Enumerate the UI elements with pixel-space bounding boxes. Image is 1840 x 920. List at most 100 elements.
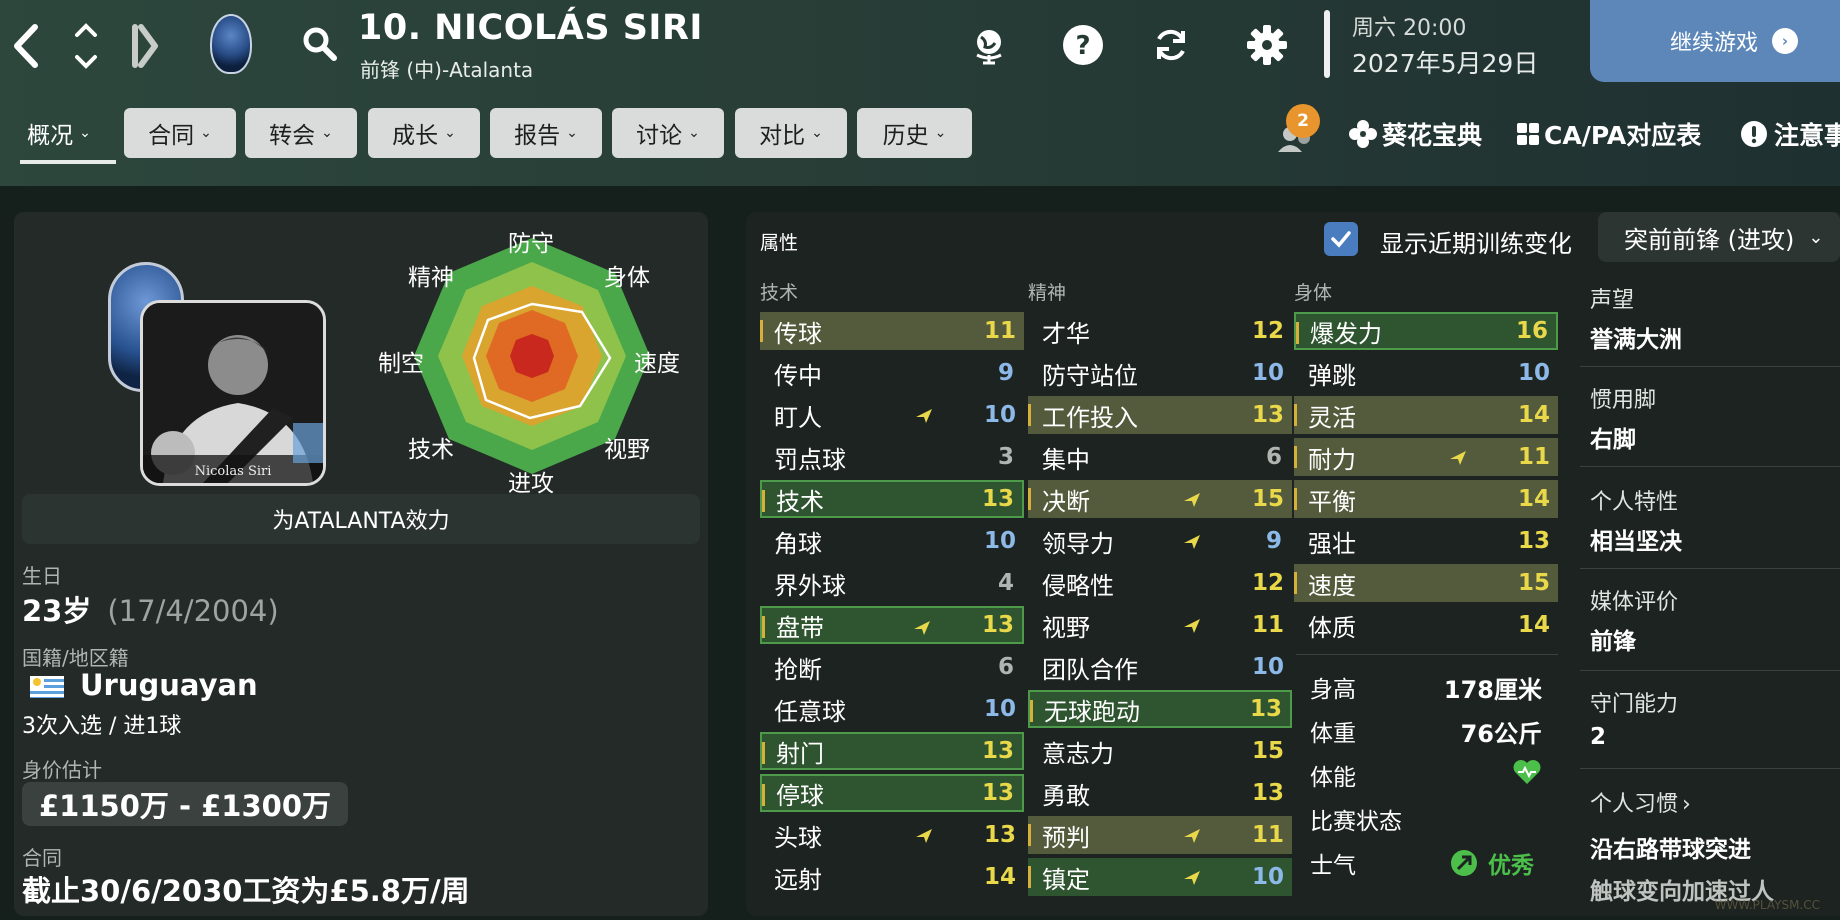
birth-label: 生日 xyxy=(22,564,62,588)
divider xyxy=(1296,654,1558,655)
globe-button[interactable] xyxy=(966,22,1012,68)
divider xyxy=(1580,670,1840,671)
attribute-row-technical[interactable]: 罚点球 3 xyxy=(760,438,1024,476)
attribute-row-technical[interactable]: 头球 13 xyxy=(760,816,1024,854)
attribute-row-technical[interactable]: 抢断 6 xyxy=(760,648,1024,686)
attribute-row-technical[interactable]: 技术 13 xyxy=(760,480,1024,518)
attribute-row-mental[interactable]: 团队合作 10 xyxy=(1028,648,1292,686)
role-select[interactable]: 突前前锋 (进攻) ⌄ xyxy=(1598,212,1840,262)
tab-history[interactable]: 历史 ⌄ xyxy=(857,108,972,158)
attribute-value: 14 xyxy=(984,864,1017,890)
show-training-label[interactable]: 显示近期训练变化 xyxy=(1380,224,1572,259)
search-button[interactable] xyxy=(298,22,342,66)
attribute-row-mental[interactable]: 预判 11 xyxy=(1028,816,1292,854)
club-crest-icon[interactable] xyxy=(210,14,252,74)
arrow-right-icon: › xyxy=(1772,28,1799,54)
notification-badge: 2 xyxy=(1286,104,1320,138)
attribute-row-mental[interactable]: 镇定 10 xyxy=(1028,858,1292,896)
capa-table-link[interactable]: CA/PA对应表 xyxy=(1516,116,1701,152)
attribute-row-physical[interactable]: 爆发力 16 xyxy=(1294,312,1558,350)
attribute-row-technical[interactable]: 界外球 4 xyxy=(760,564,1024,602)
attribute-row-mental[interactable]: 领导力 9 xyxy=(1028,522,1292,560)
back-button[interactable] xyxy=(6,18,46,74)
attribute-row-mental[interactable]: 意志力 15 xyxy=(1028,732,1292,770)
game-date: 2027年5月29日 xyxy=(1352,49,1539,78)
tab-reports[interactable]: 报告 ⌄ xyxy=(490,108,602,158)
attribute-row-technical[interactable]: 角球 10 xyxy=(760,522,1024,560)
up-down-icon xyxy=(75,23,97,69)
notes-link[interactable]: 注意事 xyxy=(1740,116,1840,152)
tab-overview[interactable]: 概况 ⌄ xyxy=(14,108,104,158)
caps-goals: 3次入选 / 进1球 xyxy=(22,714,182,739)
player-photo: Nicolas Siri xyxy=(140,300,326,486)
tab-contract[interactable]: 合同 ⌄ xyxy=(124,108,236,158)
attribute-name: 盯人 xyxy=(774,403,822,432)
attribute-name: 耐力 xyxy=(1308,445,1356,474)
reputation-value: 誉满大洲 xyxy=(1590,327,1682,353)
attribute-name: 体质 xyxy=(1308,613,1356,642)
attribute-value: 14 xyxy=(1518,612,1551,638)
continue-button[interactable]: 继续游戏 › xyxy=(1590,0,1840,82)
player-position-club: 前锋 (中)-Atalanta xyxy=(360,58,534,82)
attribute-row-physical[interactable]: 耐力 11 xyxy=(1294,438,1558,476)
settings-button[interactable] xyxy=(1244,22,1290,68)
attribute-row-mental[interactable]: 无球跑动 13 xyxy=(1028,690,1292,728)
attribute-value: 13 xyxy=(1250,696,1283,722)
next-button[interactable] xyxy=(124,18,164,74)
attribute-row-mental[interactable]: 工作投入 13 xyxy=(1028,396,1292,434)
attribute-value: 11 xyxy=(1252,822,1285,848)
attribute-row-technical[interactable]: 远射 14 xyxy=(760,858,1024,896)
chevron-down-icon: ⌄ xyxy=(79,125,91,141)
attribute-value: 15 xyxy=(1252,738,1285,764)
tab-label: 合同 xyxy=(148,123,195,149)
attribute-row-mental[interactable]: 决断 15 xyxy=(1028,480,1292,518)
birth-date: (17/4/2004) xyxy=(107,594,279,628)
attribute-row-technical[interactable]: 传中 9 xyxy=(760,354,1024,392)
attribute-row-physical[interactable]: 弹跳 10 xyxy=(1294,354,1558,392)
attribute-value: 13 xyxy=(1252,780,1285,806)
tab-discuss[interactable]: 讨论 ⌄ xyxy=(612,108,724,158)
attribute-row-technical[interactable]: 盯人 10 xyxy=(760,396,1024,434)
attribute-value: 10 xyxy=(1252,864,1285,890)
tab-compare[interactable]: 对比 ⌄ xyxy=(735,108,847,158)
attribute-row-mental[interactable]: 视野 11 xyxy=(1028,606,1292,644)
attribute-row-mental[interactable]: 防守站位 10 xyxy=(1028,354,1292,392)
tab-label: 对比 xyxy=(759,123,806,149)
tab-transfer[interactable]: 转会 ⌄ xyxy=(245,108,357,158)
attribute-value: 10 xyxy=(984,696,1017,722)
help-button[interactable]: ? xyxy=(1060,22,1106,68)
skip-forward-icon xyxy=(132,24,158,68)
attribute-row-physical[interactable]: 平衡 14 xyxy=(1294,480,1558,518)
attribute-row-technical[interactable]: 传球 11 xyxy=(760,312,1024,350)
plays-for-banner[interactable]: 为ATALANTA效力 xyxy=(22,494,700,544)
attribute-name: 决断 xyxy=(1042,487,1090,516)
habits-link[interactable]: 个人习惯 › xyxy=(1590,786,1691,818)
attribute-row-mental[interactable]: 勇敢 13 xyxy=(1028,774,1292,812)
attribute-row-technical[interactable]: 盘带 13 xyxy=(760,606,1024,644)
physical-header: 身体 xyxy=(1294,282,1333,304)
attribute-row-physical[interactable]: 体质 14 xyxy=(1294,606,1558,644)
chevron-down-icon: ⌄ xyxy=(444,125,456,141)
row-marker xyxy=(1028,824,1031,846)
attribute-row-physical[interactable]: 速度 15 xyxy=(1294,564,1558,602)
attribute-name: 灵活 xyxy=(1308,403,1356,432)
refresh-button[interactable] xyxy=(1148,22,1194,68)
attribute-row-physical[interactable]: 强壮 13 xyxy=(1294,522,1558,560)
attribute-value: 4 xyxy=(997,570,1014,596)
attribute-value: 13 xyxy=(982,738,1015,764)
nationality-value[interactable]: Uruguayan xyxy=(80,668,258,702)
prev-next-button[interactable] xyxy=(66,18,106,74)
attribute-value: 16 xyxy=(1516,318,1549,344)
attribute-row-mental[interactable]: 才华 12 xyxy=(1028,312,1292,350)
attribute-row-physical[interactable]: 灵活 14 xyxy=(1294,396,1558,434)
show-training-checkbox[interactable] xyxy=(1324,222,1358,256)
attribute-row-technical[interactable]: 停球 13 xyxy=(760,774,1024,812)
attribute-row-mental[interactable]: 集中 6 xyxy=(1028,438,1292,476)
top-bar: 10. NICOLÁS SIRI 前锋 (中)-Atalanta ? 周六 20… xyxy=(0,0,1840,186)
attribute-row-technical[interactable]: 任意球 10 xyxy=(760,690,1024,728)
tab-development[interactable]: 成长 ⌄ xyxy=(368,108,480,158)
attribute-row-technical[interactable]: 射门 13 xyxy=(760,732,1024,770)
attribute-row-mental[interactable]: 侵略性 12 xyxy=(1028,564,1292,602)
radar-label-speed: 速度 xyxy=(634,351,680,377)
guide-link[interactable]: 葵花宝典 xyxy=(1348,116,1482,152)
